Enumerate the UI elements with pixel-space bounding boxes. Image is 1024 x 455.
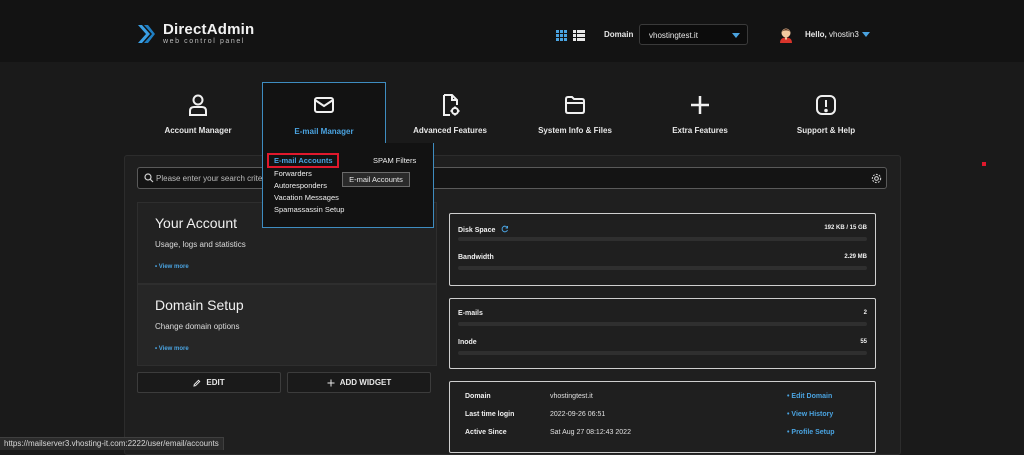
stat-name: E-mails [458, 310, 483, 317]
info-row-domain: Domain vhostingtest.it • Edit Domain [465, 393, 865, 405]
search-icon [144, 173, 154, 183]
nav-label: Extra Features [672, 126, 728, 135]
search-input[interactable] [156, 172, 856, 184]
stat-value: 192 KB / 15 GB [824, 225, 867, 231]
nav-label: Support & Help [796, 126, 856, 135]
list-view-icon[interactable] [573, 30, 585, 41]
domain-select-value: vhostingtest.it [649, 31, 698, 40]
progress-bar [458, 237, 867, 241]
nav-support-help[interactable]: Support & Help [764, 62, 888, 152]
stat-row-bandwidth: Bandwidth 2.29 MB [458, 254, 867, 274]
card-subtitle: Change domain options [155, 322, 240, 331]
user-icon [189, 94, 207, 116]
nav-advanced-features[interactable]: Advanced Features [388, 62, 512, 152]
menu-item-spam-filters[interactable]: SPAM Filters [373, 156, 416, 165]
alert-icon [816, 95, 836, 115]
pencil-icon [193, 379, 201, 387]
search-bar[interactable] [137, 167, 887, 189]
user-greeting[interactable]: Hello, vhostin3 [805, 30, 859, 39]
stat-value: 55 [860, 339, 867, 345]
plus-icon [327, 379, 335, 386]
info-key: Last time login [465, 411, 515, 418]
usage-widget: Disk Space 192 KB / 15 GB Bandwidth 2.29… [449, 213, 876, 286]
user-menu-chevron-icon[interactable] [862, 32, 870, 37]
nav-label: Account Manager [164, 126, 232, 135]
info-row-last-login: Last time login 2022-09-26 06:51 • View … [465, 411, 865, 423]
logo-title: DirectAdmin [163, 21, 255, 38]
logo-subtitle: web control panel [163, 38, 246, 45]
refresh-icon[interactable] [501, 225, 509, 233]
stat-name: Inode [458, 339, 477, 346]
card-title: Domain Setup [155, 297, 244, 313]
domain-label: Domain [604, 30, 634, 39]
stat-value: 2 [863, 310, 867, 316]
progress-bar [458, 351, 867, 355]
logo[interactable]: DirectAdmin web control panel [136, 22, 254, 46]
chevron-down-icon [732, 33, 740, 38]
info-key: Domain [465, 393, 491, 400]
nav-account-manager[interactable]: Account Manager [136, 62, 260, 152]
menu-item-email-accounts[interactable]: E-mail Accounts [274, 156, 332, 165]
edit-button-label: EDIT [206, 378, 225, 387]
grid-view-icon[interactable] [556, 30, 567, 41]
plus-icon [691, 96, 709, 114]
domain-select[interactable]: vhostingtest.it [639, 24, 748, 45]
progress-bar [458, 322, 867, 326]
gear-icon[interactable] [871, 173, 882, 184]
view-history-link[interactable]: • View History [787, 411, 833, 418]
hello-prefix: Hello, [805, 30, 827, 39]
avatar[interactable] [779, 27, 793, 43]
menu-item-forwarders[interactable]: Forwarders [274, 169, 312, 178]
info-key: Active Since [465, 429, 507, 436]
tooltip: E-mail Accounts [342, 172, 410, 187]
stat-row-inode: Inode 55 [458, 339, 867, 359]
stat-name-label: Disk Space [458, 227, 496, 234]
folder-icon [565, 96, 585, 114]
menu-item-vacation-messages[interactable]: Vacation Messages [274, 193, 339, 202]
directadmin-logo-icon [138, 25, 155, 43]
info-value: vhostingtest.it [550, 393, 593, 400]
envelope-icon [314, 97, 334, 113]
progress-bar [458, 266, 867, 270]
stat-name: Bandwidth [458, 254, 494, 261]
nav-label: E-mail Manager [294, 127, 354, 136]
browser-status-bar: https://mailserver3.vhosting-it.com:2222… [0, 437, 224, 450]
edit-button[interactable]: EDIT [137, 372, 281, 393]
stat-row-disk-space: Disk Space 192 KB / 15 GB [458, 225, 867, 245]
nav-system-info-files[interactable]: System Info & Files [513, 62, 637, 152]
stat-row-emails: E-mails 2 [458, 310, 867, 330]
card-subtitle: Usage, logs and statistics [155, 240, 246, 249]
view-more-link[interactable]: • View more [155, 264, 189, 270]
notification-dot [982, 162, 986, 166]
profile-setup-link[interactable]: • Profile Setup [787, 429, 835, 436]
email-manager-dropdown: E-mail Accounts Forwarders Autoresponder… [262, 143, 434, 228]
add-widget-button-label: ADD WIDGET [339, 378, 392, 387]
info-value: 2022-09-26 06:51 [550, 411, 606, 418]
info-row-active-since: Active Since Sat Aug 27 08:12:43 2022 • … [465, 429, 865, 441]
main-nav: Account Manager E-mail Manager Advanced … [0, 62, 1024, 162]
username: vhostin3 [829, 30, 859, 39]
stat-name: Disk Space [458, 225, 509, 234]
edit-domain-link[interactable]: • Edit Domain [787, 393, 832, 400]
counts-widget: E-mails 2 Inode 55 [449, 298, 876, 369]
add-widget-button[interactable]: ADD WIDGET [287, 372, 431, 393]
domain-info-widget: Domain vhostingtest.it • Edit Domain Las… [449, 381, 876, 453]
menu-item-autoresponders[interactable]: Autoresponders [274, 181, 327, 190]
info-value: Sat Aug 27 08:12:43 2022 [550, 429, 631, 436]
card-title: Your Account [155, 215, 237, 231]
nav-label: System Info & Files [538, 126, 612, 135]
nav-label: Advanced Features [413, 126, 487, 135]
menu-item-spamassassin-setup[interactable]: Spamassassin Setup [274, 205, 344, 214]
domain-setup-card[interactable]: Domain Setup Change domain options • Vie… [137, 284, 437, 366]
nav-extra-features[interactable]: Extra Features [638, 62, 762, 152]
stat-value: 2.29 MB [844, 254, 867, 260]
view-more-link[interactable]: • View more [155, 346, 189, 352]
file-gear-icon [443, 94, 460, 116]
